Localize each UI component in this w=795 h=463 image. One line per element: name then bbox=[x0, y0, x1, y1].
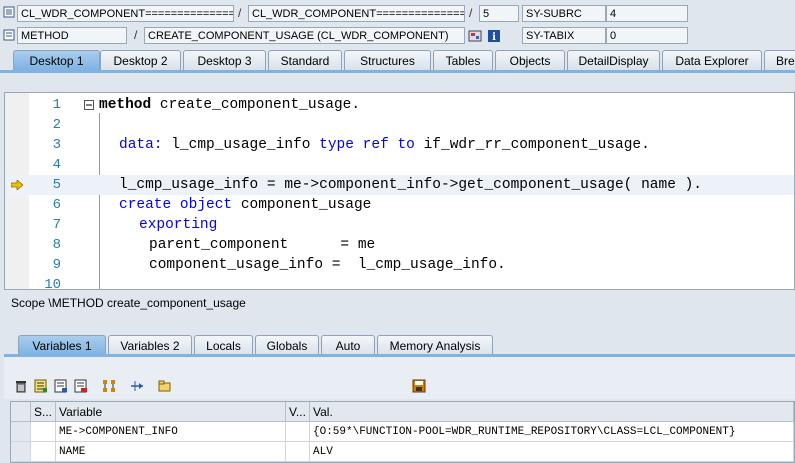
tab-standard[interactable]: Standard bbox=[268, 50, 342, 70]
save-icon[interactable] bbox=[412, 379, 426, 393]
delete-icon[interactable] bbox=[14, 379, 28, 393]
tab-variables-2[interactable]: Variables 2 bbox=[108, 335, 192, 355]
document-icon[interactable] bbox=[3, 29, 15, 41]
tab-data-explorer[interactable]: Data Explorer bbox=[662, 50, 762, 70]
line-number: 9 bbox=[52, 257, 61, 273]
variable-value-cell[interactable]: {O:59*\FUNCTION-POOL=WDR_RUNTIME_REPOSIT… bbox=[310, 422, 794, 442]
code-line[interactable]: 8 parent_component = me bbox=[5, 235, 794, 255]
navigate-icon[interactable] bbox=[130, 379, 144, 393]
variables-grid: S... Variable V... Val. ME->COMPONENT_IN… bbox=[10, 401, 795, 463]
source-code-editor[interactable]: 1 method create_component_usage. 2 3 dat… bbox=[4, 92, 795, 290]
code-line[interactable]: 9 component_usage_info = l_cmp_usage_inf… bbox=[5, 255, 794, 275]
tab-globals[interactable]: Globals bbox=[255, 335, 319, 355]
svg-text:i: i bbox=[492, 32, 496, 43]
collapse-block-icon[interactable] bbox=[84, 100, 94, 110]
column-header-v[interactable]: V... bbox=[286, 402, 310, 422]
separator: / bbox=[469, 6, 473, 20]
column-header-s[interactable]: S... bbox=[31, 402, 56, 422]
code-line[interactable]: 10 bbox=[5, 275, 794, 290]
code-line[interactable]: 3 data: l_cmp_usage_info type ref to if_… bbox=[5, 135, 794, 155]
code-text: parent_component = me bbox=[149, 237, 376, 253]
sysvar-name-field[interactable]: SY-SUBRC bbox=[522, 5, 606, 22]
line-field[interactable]: 5 bbox=[479, 5, 519, 22]
code-text: l_cmp_usage_info = me->component_info->g… bbox=[119, 177, 702, 193]
code-text: data: l_cmp_usage_info type ref to if_wd… bbox=[119, 137, 650, 153]
line-number: 7 bbox=[52, 217, 61, 233]
desktop-tab-strip: Desktop 1 Desktop 2 Desktop 3 Standard S… bbox=[0, 49, 795, 71]
row-selector[interactable] bbox=[11, 422, 31, 442]
event-field[interactable]: CREATE_COMPONENT_USAGE (CL_WDR_COMPONENT… bbox=[144, 27, 465, 44]
line-number: 1 bbox=[52, 97, 61, 113]
line-number: 2 bbox=[52, 117, 61, 133]
code-line-current[interactable]: 5 l_cmp_usage_info = me->component_info-… bbox=[5, 175, 794, 195]
document-icon[interactable] bbox=[3, 6, 15, 18]
tab-objects[interactable]: Objects bbox=[495, 50, 565, 70]
save-list-icon[interactable] bbox=[54, 379, 68, 393]
code-text: create object component_usage bbox=[119, 197, 372, 213]
code-line[interactable]: 7 exporting bbox=[5, 215, 794, 235]
separator: / bbox=[134, 28, 138, 42]
scope-label: Scope \METHOD create_component_usage bbox=[0, 290, 795, 316]
variable-name-cell[interactable]: ME->COMPONENT_INFO bbox=[56, 422, 286, 442]
tab-memory-analysis[interactable]: Memory Analysis bbox=[377, 335, 493, 355]
table-cell[interactable] bbox=[31, 422, 56, 442]
tab-desktop-1[interactable]: Desktop 1 bbox=[13, 50, 100, 70]
sysvar-name-field[interactable]: SY-TABIX bbox=[522, 27, 606, 44]
row-selector-header bbox=[11, 402, 31, 422]
tab-tables[interactable]: Tables bbox=[433, 50, 493, 70]
line-number: 4 bbox=[52, 157, 61, 173]
folder-icon[interactable] bbox=[158, 379, 172, 393]
tab-desktop-2[interactable]: Desktop 2 bbox=[100, 50, 181, 70]
program-field[interactable]: CL_WDR_COMPONENT=============== bbox=[17, 5, 234, 22]
variable-value-cell[interactable]: ALV bbox=[310, 442, 794, 462]
column-header-variable[interactable]: Variable bbox=[56, 402, 286, 422]
column-header-value[interactable]: Val. bbox=[310, 402, 794, 422]
separator: / bbox=[238, 6, 242, 20]
code-text: component_usage_info = l_cmp_usage_info. bbox=[149, 257, 506, 273]
code-text: method create_component_usage. bbox=[99, 97, 361, 113]
line-number: 8 bbox=[52, 237, 61, 253]
tab-detail-display[interactable]: DetailDisplay bbox=[567, 50, 660, 70]
table-cell[interactable] bbox=[286, 422, 310, 442]
sysvar-value-field[interactable]: 4 bbox=[606, 5, 688, 22]
hierarchy-icon[interactable] bbox=[102, 379, 116, 393]
variable-list-icon[interactable] bbox=[34, 379, 48, 393]
object-display-icon[interactable] bbox=[468, 29, 482, 43]
sysvar-value-field[interactable]: 0 bbox=[606, 27, 688, 44]
table-cell[interactable] bbox=[286, 442, 310, 462]
table-cell[interactable] bbox=[31, 442, 56, 462]
code-line[interactable]: 4 bbox=[5, 155, 794, 175]
event-type-field[interactable]: METHOD bbox=[17, 27, 127, 44]
tab-desktop-3[interactable]: Desktop 3 bbox=[183, 50, 266, 70]
info-icon[interactable]: i bbox=[487, 29, 501, 43]
remove-list-icon[interactable] bbox=[74, 379, 88, 393]
include-field[interactable]: CL_WDR_COMPONENT=============== bbox=[248, 5, 465, 22]
current-statement-arrow-icon bbox=[11, 180, 23, 190]
code-text: exporting bbox=[139, 217, 218, 233]
row-selector[interactable] bbox=[11, 442, 31, 462]
line-number: 3 bbox=[52, 137, 61, 153]
tab-variables-1[interactable]: Variables 1 bbox=[18, 335, 106, 355]
variable-name-cell[interactable]: NAME bbox=[56, 442, 286, 462]
code-line[interactable]: 2 bbox=[5, 115, 794, 135]
tab-structures[interactable]: Structures bbox=[344, 50, 431, 70]
tab-auto[interactable]: Auto bbox=[321, 335, 375, 355]
tab-locals[interactable]: Locals bbox=[194, 335, 253, 355]
code-line[interactable]: 6 create object component_usage bbox=[5, 195, 794, 215]
line-number: 5 bbox=[52, 177, 61, 193]
line-number: 10 bbox=[44, 277, 61, 290]
tab-break[interactable]: Bre bbox=[764, 50, 795, 70]
variables-toolbar bbox=[4, 357, 795, 399]
keyword: method bbox=[99, 97, 152, 113]
code-line[interactable]: 1 method create_component_usage. bbox=[5, 95, 794, 115]
debugger-header: CL_WDR_COMPONENT=============== / CL_WDR… bbox=[0, 0, 795, 48]
tab-underline bbox=[0, 70, 795, 73]
line-number: 6 bbox=[52, 197, 61, 213]
